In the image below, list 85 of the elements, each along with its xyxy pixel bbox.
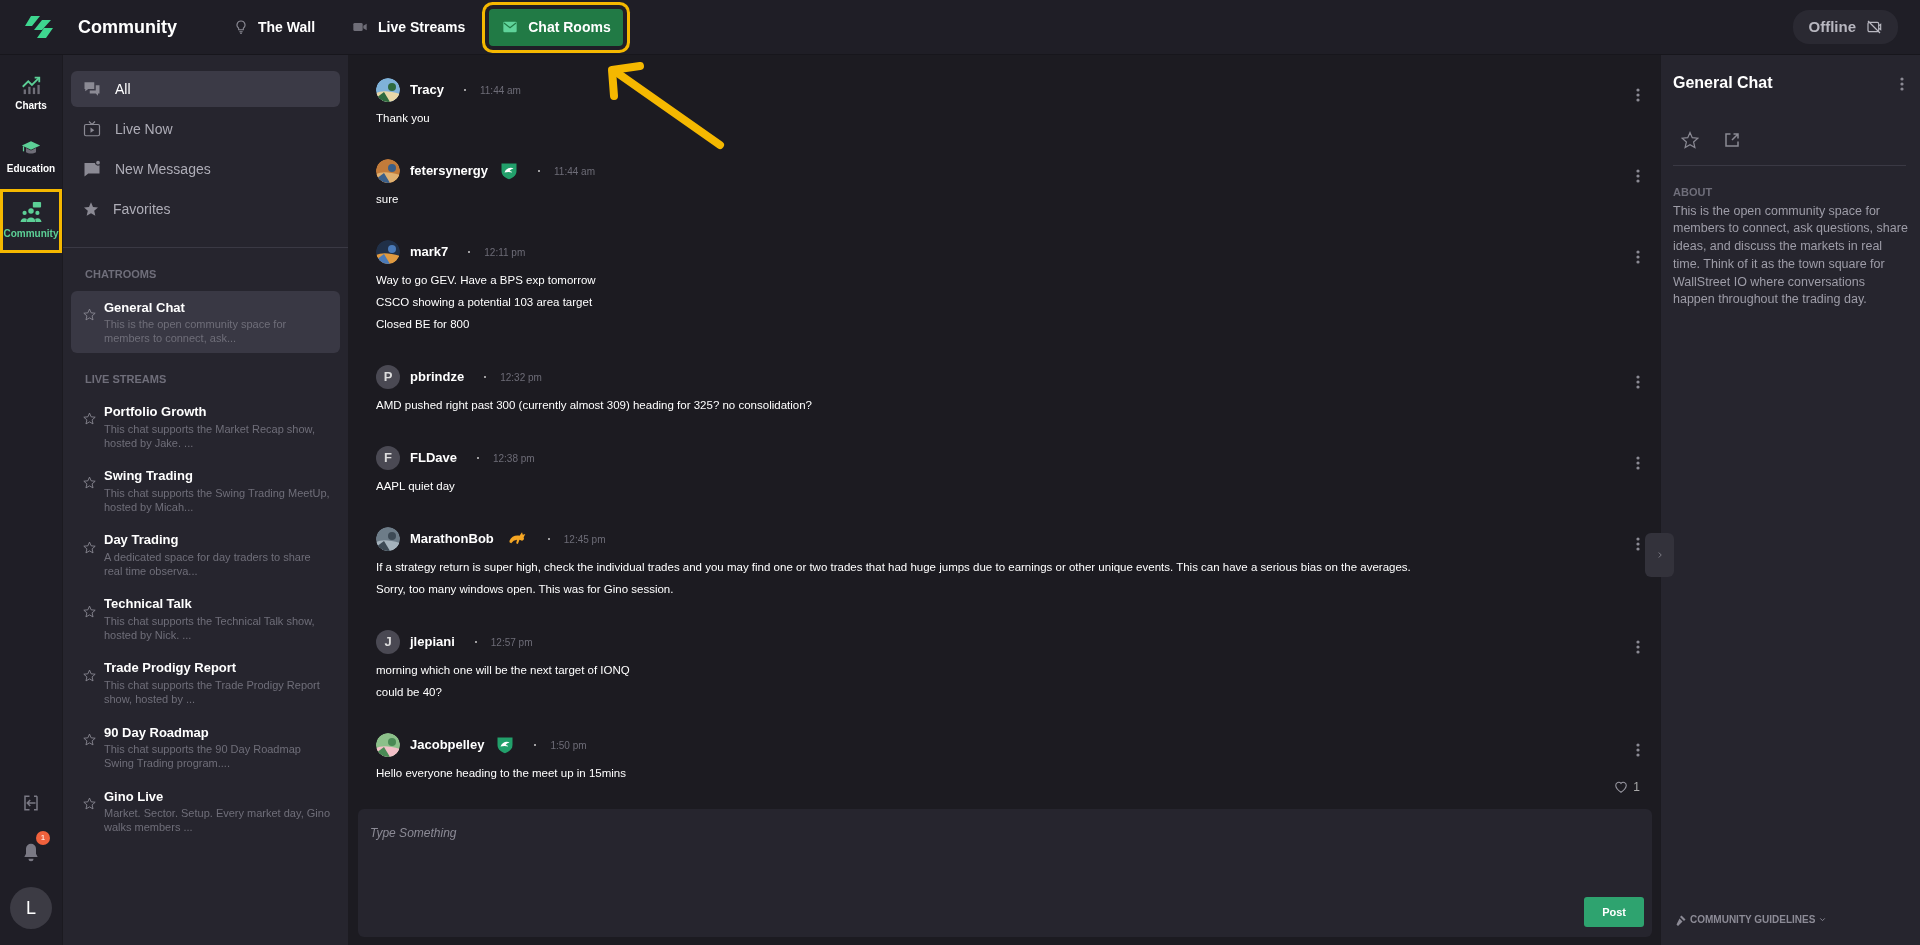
user-name: pbrindze bbox=[410, 368, 465, 387]
camera-off-icon bbox=[1866, 19, 1882, 35]
more-options-icon bbox=[1636, 536, 1640, 551]
user-name: MarathonBob bbox=[410, 530, 494, 549]
message-text: AAPL quiet day bbox=[376, 479, 456, 494]
rail-item[interactable]: Charts bbox=[0, 61, 62, 125]
more-options-icon bbox=[1900, 76, 1904, 91]
filter-item[interactable]: Live Now bbox=[71, 111, 340, 147]
section-heading: ABOUT bbox=[1673, 185, 1714, 200]
more-options-icon bbox=[1636, 168, 1640, 183]
user-avatar: J bbox=[376, 630, 400, 654]
status-button[interactable]: Offline bbox=[1792, 9, 1898, 45]
timestamp: 12:57 pm bbox=[490, 635, 533, 650]
user-avatar: F bbox=[376, 446, 400, 470]
external-link-icon bbox=[1723, 130, 1741, 149]
user-name: Tracy bbox=[410, 81, 444, 100]
lightbulb-icon bbox=[233, 18, 249, 36]
logout-icon bbox=[22, 794, 40, 812]
chat-room-item[interactable]: Portfolio Growth This chat supports the Market Recap show, hosted by Jake. ... bbox=[71, 395, 340, 458]
user-name: mark7 bbox=[410, 243, 449, 262]
message-text: Closed BE for 800 bbox=[376, 317, 471, 332]
panel-title: General Chat bbox=[1673, 73, 1773, 93]
new-message-icon bbox=[83, 160, 101, 178]
timestamp: 12:38 pm bbox=[492, 451, 535, 466]
user-name: Jacobpelley bbox=[410, 736, 485, 755]
guidelines-link[interactable]: COMMUNITY GUIDELINES bbox=[1673, 902, 1906, 945]
message-text: CSCO showing a potential 103 area target bbox=[376, 295, 594, 310]
message-text: morning which one will be the next target of IONQ bbox=[376, 663, 631, 678]
message-text: If a strategy return is super high, check the individual trades and you may find one or two trades that had huge jumps due to earnings or other unique events. This can have a serious bias on the averages. bbox=[376, 560, 1412, 575]
star-icon bbox=[1681, 130, 1699, 149]
filter-item[interactable]: New Messages bbox=[71, 151, 340, 187]
user-name: jlepiani bbox=[410, 633, 455, 652]
people-group-icon bbox=[20, 201, 42, 223]
message-text: could be 40? bbox=[376, 685, 443, 700]
section-heading: CHATROOMS bbox=[84, 267, 158, 282]
user-name: FLDave bbox=[410, 449, 457, 468]
chat-room-item[interactable]: Day Trading A dedicated space for day traders to share real time observa... bbox=[71, 523, 340, 586]
message-text: Hello everyone heading to the meet up in 15mins bbox=[376, 766, 627, 781]
chat-room-item[interactable]: Swing Trading This chat supports the Swing Trading MeetUp, hosted by Micah... bbox=[71, 459, 340, 522]
message-text: sure bbox=[376, 192, 400, 207]
tv-icon bbox=[83, 120, 101, 138]
nav-tab[interactable]: Live Streams bbox=[339, 8, 478, 46]
user-name: fetersynergy bbox=[410, 162, 489, 181]
timestamp: 1:50 pm bbox=[550, 738, 587, 753]
message-text: Way to go GEV. Have a BPS exp tomorrow bbox=[376, 273, 597, 288]
envelope-icon bbox=[501, 19, 520, 35]
more-options-icon bbox=[1636, 455, 1640, 470]
filter-item[interactable]: All bbox=[71, 71, 340, 107]
message-text: Sorry, too many windows open. This was for Gino session. bbox=[376, 582, 675, 597]
message-text: Thank you bbox=[376, 111, 431, 126]
timestamp: 11:44 am bbox=[554, 164, 595, 179]
filter-item[interactable]: Favorites bbox=[71, 191, 340, 227]
chat-room-item[interactable]: Technical Talk This chat supports the Technical Talk show, hosted by Nick. ... bbox=[71, 587, 340, 650]
heart-icon bbox=[1614, 780, 1629, 794]
more-options-icon bbox=[1636, 249, 1640, 264]
shield-badge-icon bbox=[496, 735, 515, 755]
timestamp: 12:32 pm bbox=[500, 370, 542, 385]
star-icon bbox=[83, 201, 99, 217]
rail-item[interactable]: Community bbox=[0, 189, 62, 253]
chat-room-item[interactable]: 90 Day Roadmap This chat supports the 90 Day Roadmap Swing Trading program.... bbox=[71, 715, 340, 778]
chat-room-item[interactable]: Trade Prodigy Report This chat supports the Trade Prodigy Report show, hosted by ... bbox=[71, 651, 340, 714]
user-avatar: P bbox=[376, 365, 400, 389]
about-text: This is the open community space for members to connect, ask questions, share ideas, and discuss the markets in real time. Think of it as the town square for WallStreet IO where conversations happen throughout the trading day. bbox=[1673, 202, 1909, 309]
more-options-icon bbox=[1636, 742, 1640, 757]
chat-room-item[interactable]: Gino Live Market. Sector. Setup. Every market day, Gino walks members ... bbox=[71, 779, 340, 842]
nav-tab[interactable]: The Wall bbox=[221, 8, 328, 46]
section-heading: LIVE STREAMS bbox=[84, 371, 168, 387]
notification-count: 1 bbox=[36, 831, 50, 846]
logo-icon bbox=[24, 16, 54, 38]
user-avatar[interactable]: L bbox=[10, 887, 52, 929]
shield-badge-icon bbox=[500, 161, 519, 181]
like-button[interactable]: 1 bbox=[1614, 778, 1640, 796]
more-options-icon bbox=[1636, 374, 1640, 389]
more-options-icon bbox=[1636, 639, 1640, 654]
message-text: AMD pushed right past 300 (currently almost 309) heading for 325? no consolidation? bbox=[376, 398, 813, 413]
rail-item[interactable]: Education bbox=[0, 125, 62, 189]
timestamp: 12:11 pm bbox=[484, 245, 526, 260]
page-title: Community bbox=[78, 15, 177, 39]
panel-toggle-button[interactable] bbox=[1645, 533, 1674, 577]
timestamp: 12:45 pm bbox=[563, 532, 606, 547]
chat-bubbles-icon bbox=[83, 80, 101, 98]
message-input[interactable]: Type Something bbox=[368, 823, 1644, 843]
timestamp: 11:44 am bbox=[480, 83, 521, 98]
more-options-icon bbox=[1636, 87, 1640, 102]
chevron-down-icon bbox=[1818, 915, 1828, 924]
